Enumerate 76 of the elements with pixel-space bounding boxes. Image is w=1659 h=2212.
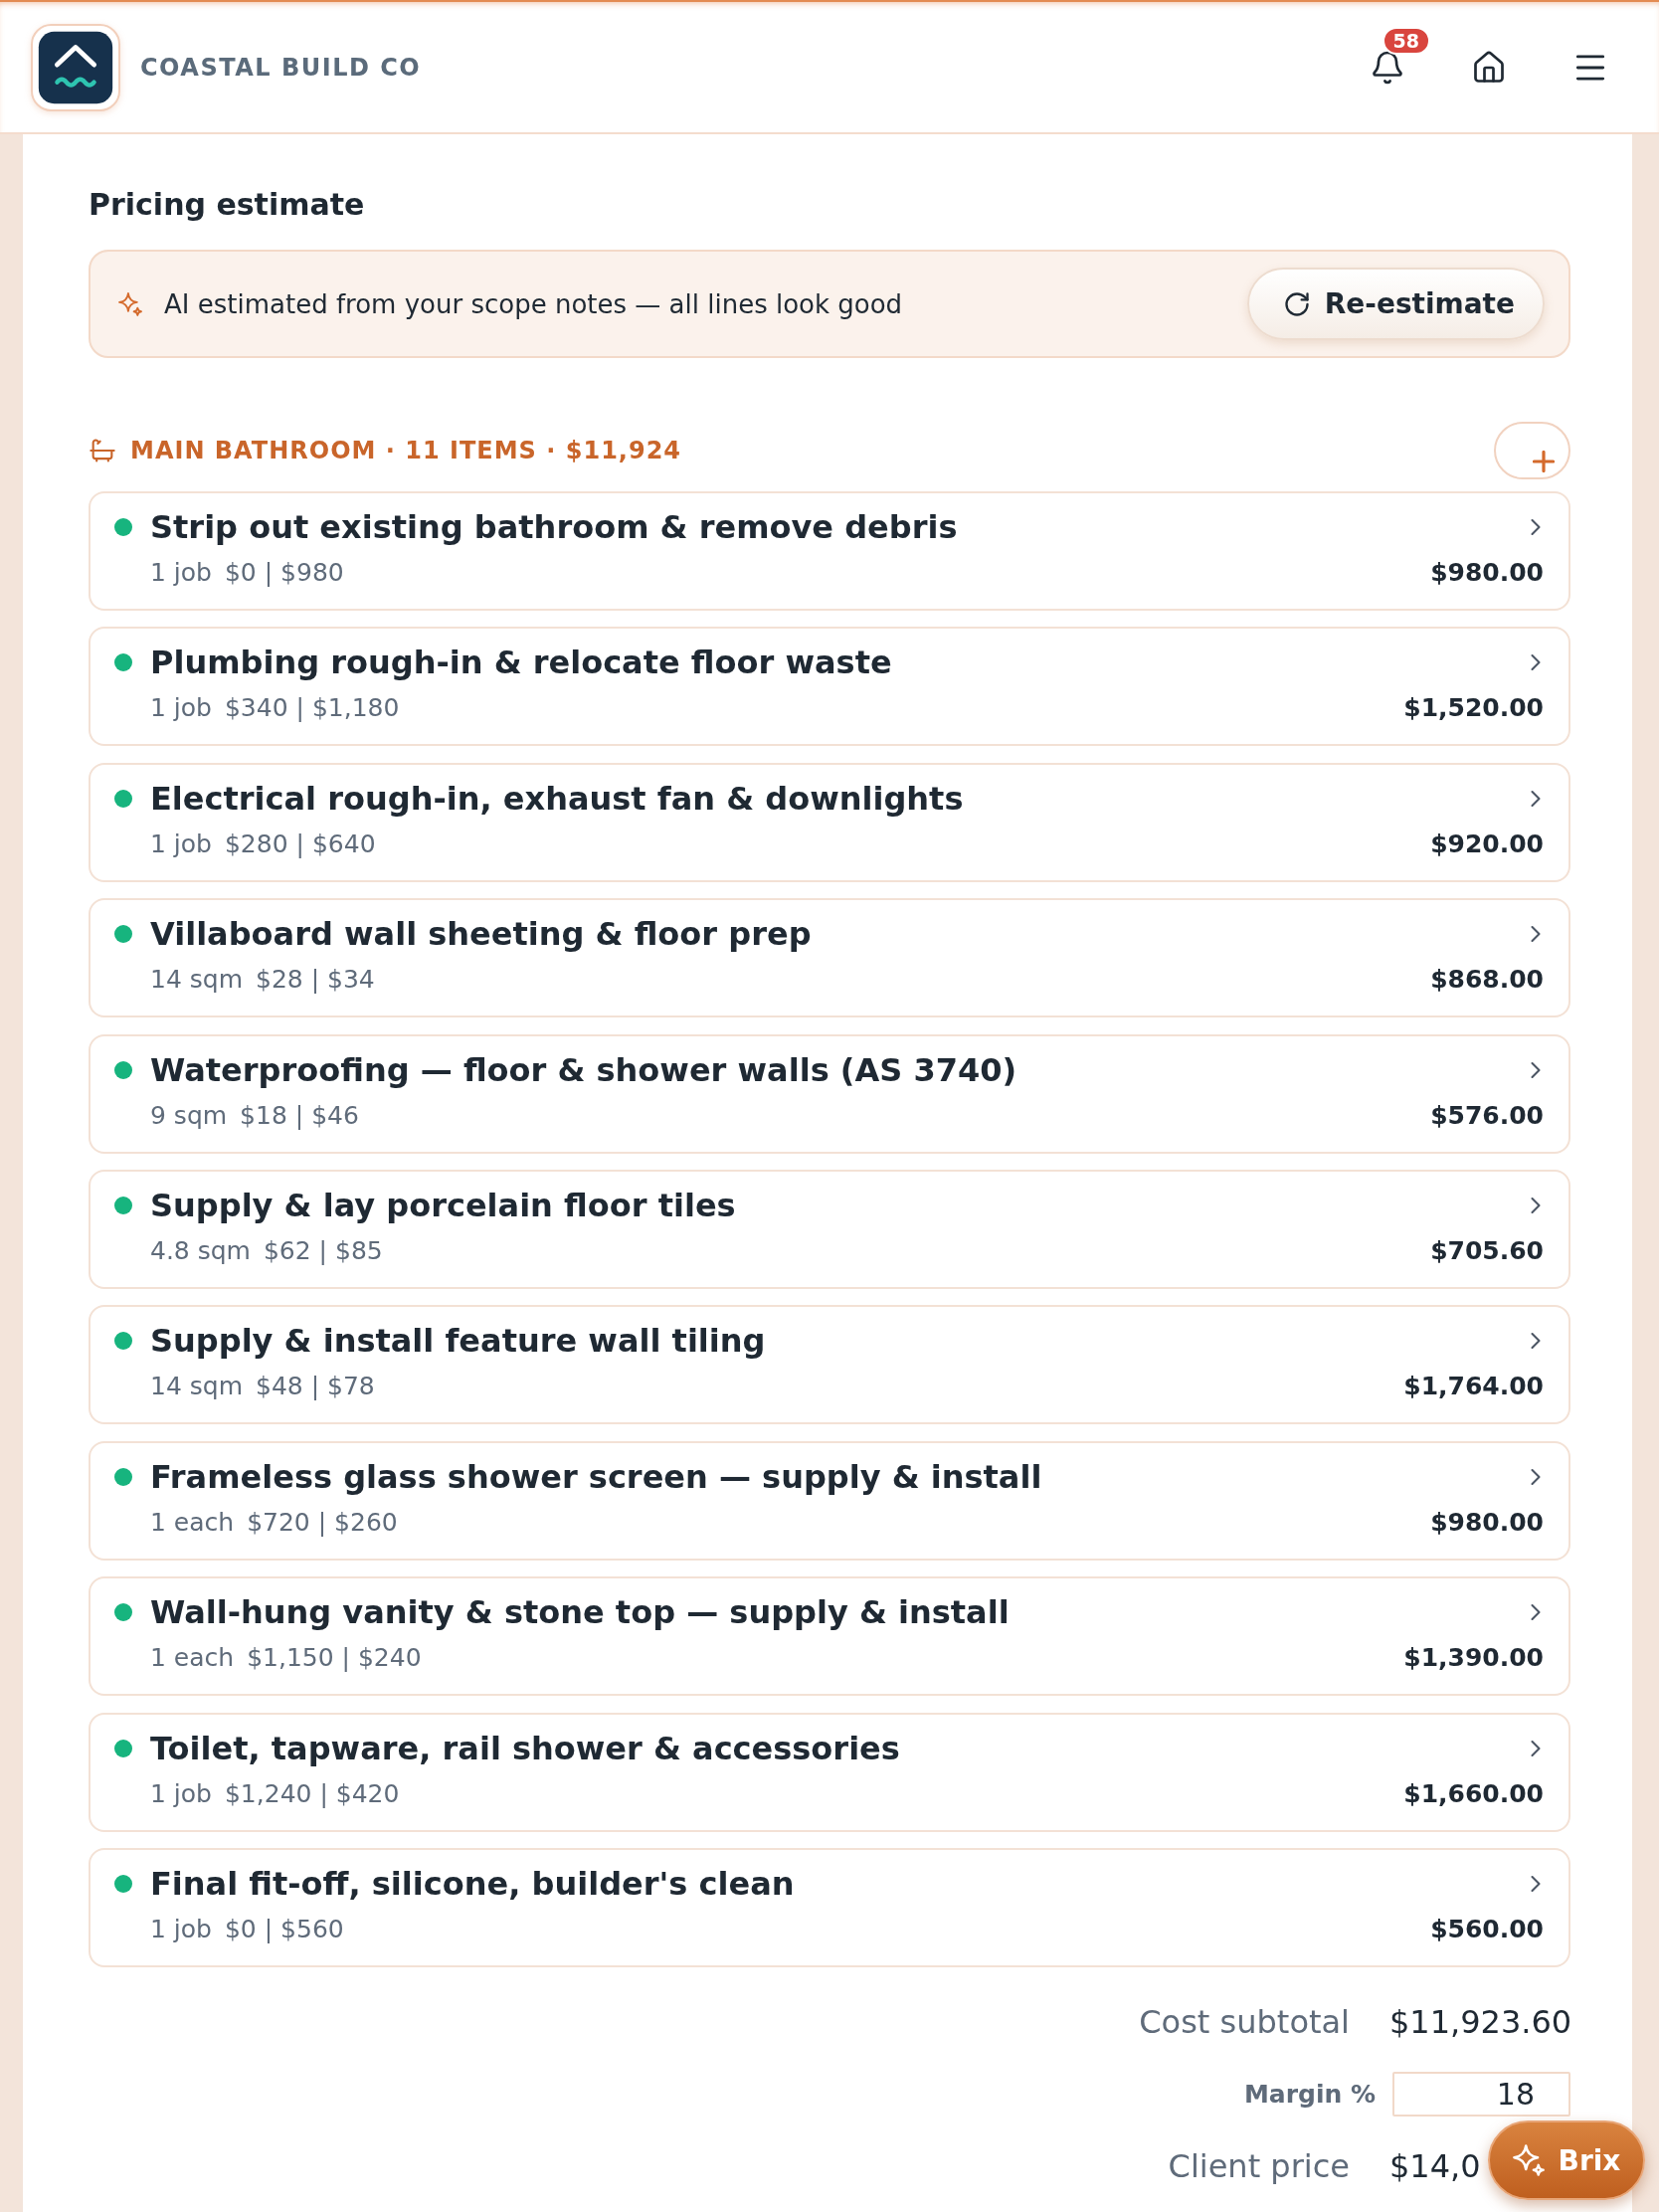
group-heading: MAIN BATHROOM · 11 ITEMS · $11,924	[130, 437, 682, 464]
re-estimate-button[interactable]: Re-estimate	[1246, 268, 1545, 340]
plus-icon	[1533, 451, 1555, 472]
line-item-card[interactable]: Electrical rough-in, exhaust fan & downlights 1 job $280 | $640 $920.00	[89, 762, 1570, 882]
item-quantity: 14 sqm	[150, 964, 243, 997]
line-item-card[interactable]: Waterproofing — floor & shower walls (AS 3740) 9 sqm $18 | $46 $576.00	[89, 1033, 1570, 1154]
item-title: Supply & install feature wall tiling	[150, 1321, 766, 1362]
line-item-card[interactable]: Final fit-off, silicone, builder's clean 1 job $0 | $560 $560.00	[89, 1847, 1570, 1967]
notification-badge: 58	[1382, 26, 1430, 55]
item-total: $868.00	[1430, 964, 1544, 997]
line-item-card[interactable]: Plumbing rough-in & relocate floor waste 1 job $340 | $1,180 $1,520.00	[89, 627, 1570, 747]
item-rates: $1,240 | $420	[224, 1777, 400, 1810]
item-title: Wall-hung vanity & stone top — supply & install	[150, 1592, 1010, 1633]
item-title: Plumbing rough-in & relocate floor waste	[150, 643, 892, 683]
item-total: $1,764.00	[1403, 1371, 1544, 1403]
item-rates: $62 | $85	[263, 1234, 383, 1267]
logo-icon[interactable]	[31, 23, 120, 111]
section-heading: Pricing estimate	[89, 186, 365, 224]
item-quantity: 1 job	[150, 692, 212, 725]
item-title: Frameless glass shower screen — supply & install	[150, 1456, 1042, 1497]
item-rates: $1,150 | $240	[247, 1642, 422, 1675]
item-rates: $48 | $78	[256, 1371, 375, 1403]
cost-subtotal-label: Cost subtotal	[1139, 2001, 1350, 2043]
item-quantity: 1 job	[150, 1777, 212, 1810]
item-rates: $280 | $640	[224, 828, 376, 860]
line-item-card[interactable]: Wall-hung vanity & stone top — supply & install 1 each $1,150 | $240 $1,390.00	[89, 1576, 1570, 1697]
item-total: $1,520.00	[1403, 692, 1544, 725]
item-quantity: 1 job	[150, 1913, 212, 1945]
line-item-card[interactable]: Supply & install feature wall tiling 14 sqm $48 | $78 $1,764.00	[89, 1305, 1570, 1425]
item-rates: $18 | $46	[240, 1099, 359, 1132]
line-item-card[interactable]: Villaboard wall sheeting & floor prep 14 sqm $28 | $34 $868.00	[89, 898, 1570, 1018]
banner-message: AI estimated from your scope notes — all lines look good	[164, 288, 903, 319]
item-title: Waterproofing — floor & shower walls (AS 3740)	[150, 1049, 1017, 1090]
sparkle-icon	[1512, 2144, 1545, 2176]
item-title: Toilet, tapware, rail shower & accessories	[150, 1728, 900, 1768]
client-price-value: $14,0	[1389, 2145, 1481, 2187]
item-quantity: 1 each	[150, 1642, 235, 1675]
line-item-card[interactable]: Supply & lay porcelain floor tiles 4.8 sqm $62 | $85 $705.60	[89, 1169, 1570, 1289]
line-item-card[interactable]: Frameless glass shower screen — supply & install 1 each $720 | $260 $980.00	[89, 1440, 1570, 1561]
refresh-icon	[1282, 289, 1311, 318]
item-total: $980.00	[1430, 557, 1544, 589]
item-quantity: 1 each	[150, 1506, 235, 1539]
margin-input[interactable]: 18	[1392, 2071, 1570, 2117]
item-rates: $28 | $34	[256, 964, 375, 997]
item-quantity: 4.8 sqm	[150, 1234, 251, 1267]
item-rates: $0 | $980	[224, 557, 344, 589]
item-title: Villaboard wall sheeting & floor prep	[150, 914, 812, 955]
item-title: Strip out existing bathroom & remove debris	[150, 507, 958, 547]
item-rates: $340 | $1,180	[224, 692, 400, 725]
item-rates: $0 | $560	[224, 1913, 344, 1945]
item-rates: $720 | $260	[247, 1506, 398, 1539]
item-quantity: 9 sqm	[150, 1099, 228, 1132]
item-total: $920.00	[1430, 828, 1544, 860]
line-item-card[interactable]: Strip out existing bathroom & remove debris 1 job $0 | $980 $980.00	[89, 491, 1570, 611]
bell-icon[interactable]	[1370, 49, 1405, 86]
item-title: Supply & lay porcelain floor tiles	[150, 1185, 736, 1225]
item-total: $1,660.00	[1403, 1777, 1544, 1810]
bathtub-icon	[89, 437, 116, 464]
home-icon[interactable]	[1471, 49, 1507, 86]
item-total: $980.00	[1430, 1506, 1544, 1539]
cost-subtotal-value: $11,923.60	[1389, 2001, 1572, 2043]
item-total: $1,390.00	[1403, 1642, 1544, 1675]
margin-label: Margin %	[1243, 2079, 1376, 2109]
item-title: Final fit-off, silicone, builder's clean	[150, 1863, 795, 1904]
brand-name: COASTAL BUILD CO	[140, 53, 422, 82]
client-price-label: Client price	[1168, 2145, 1350, 2187]
item-total: $576.00	[1430, 1099, 1544, 1132]
line-item-card[interactable]: Toilet, tapware, rail shower & accessories 1 job $1,240 | $420 $1,660.00	[89, 1712, 1570, 1832]
item-quantity: 1 job	[150, 557, 212, 589]
item-total: $705.60	[1430, 1234, 1544, 1267]
item-quantity: 1 job	[150, 828, 212, 860]
assistant-button[interactable]: Brix	[1488, 2120, 1645, 2200]
item-total: $560.00	[1430, 1913, 1544, 1945]
sparkle-icon	[118, 291, 142, 316]
item-quantity: 14 sqm	[150, 1371, 243, 1403]
item-title: Electrical rough-in, exhaust fan & downlights	[150, 778, 964, 819]
